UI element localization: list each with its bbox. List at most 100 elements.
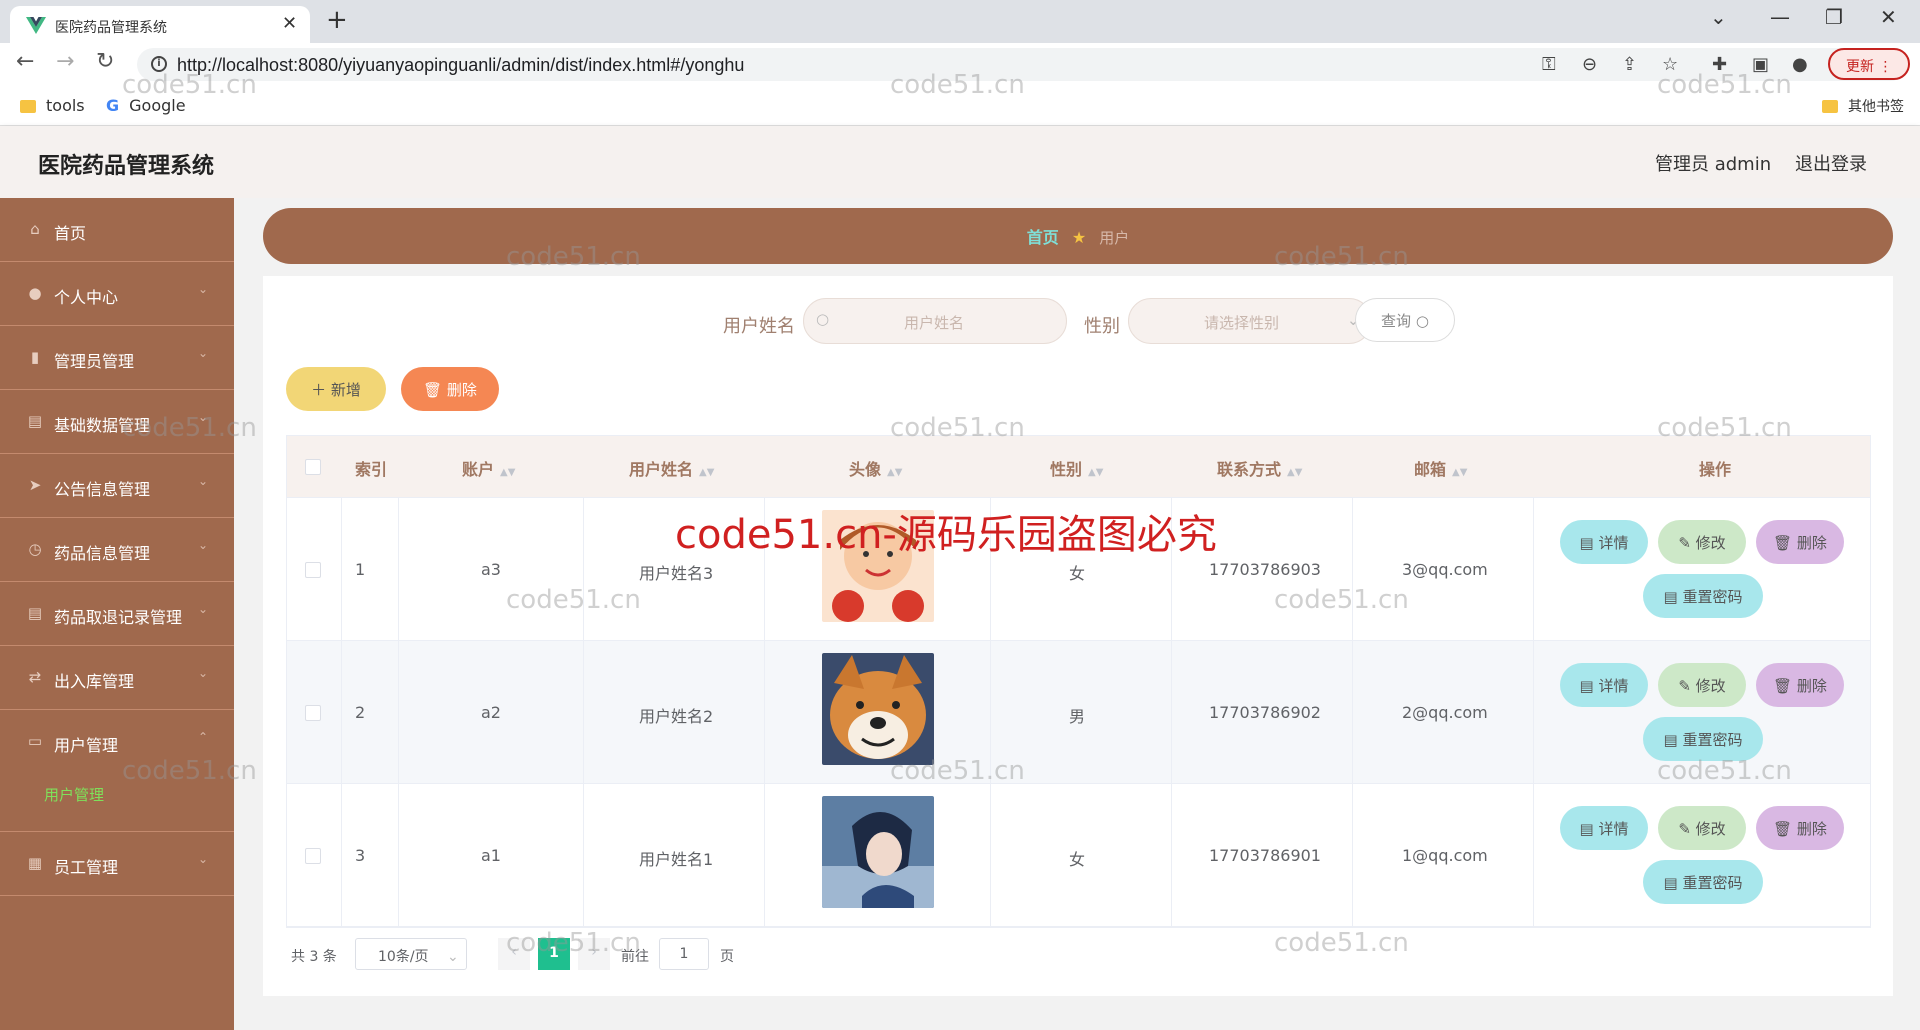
bookmark-tools[interactable]: tools — [20, 96, 85, 115]
col-gender[interactable]: 性别 ▲▼ — [1050, 456, 1103, 480]
query-button[interactable]: 查询 ○ — [1355, 298, 1455, 342]
add-label: 新增 — [330, 381, 361, 399]
edit-button[interactable]: ✎ 修改 — [1658, 806, 1746, 850]
other-bookmarks[interactable]: 其他书签 — [1822, 96, 1904, 116]
chevron-down-icon: ⌄ — [198, 538, 209, 552]
pencil-icon: ✎ — [1678, 820, 1691, 838]
row-checkbox[interactable] — [305, 705, 321, 721]
breadcrumb-home[interactable]: 首页 — [1027, 228, 1059, 247]
chevron-down-icon: ⌄ — [198, 282, 209, 296]
extensions-icon[interactable]: ✚ — [1712, 54, 1727, 75]
sidebar-item-admin[interactable]: ▮ 管理员管理 ⌄ — [0, 326, 234, 390]
sidebar-subitem-user-manage[interactable]: 用户管理 — [44, 784, 104, 805]
sidebar-item-drug-records[interactable]: ▤ 药品取退记录管理 ⌄ — [0, 582, 234, 646]
add-button[interactable]: ＋ 新增 — [286, 367, 386, 411]
update-label: 更新 — [1846, 59, 1874, 75]
search-name-input[interactable]: ○ 用户姓名 — [803, 298, 1067, 344]
cell-index: 1 — [355, 560, 366, 579]
sort-icon: ▲▼ — [887, 467, 903, 478]
next-page-button[interactable]: › — [578, 938, 610, 970]
sidebar-item-drug-info[interactable]: ◷ 药品信息管理 ⌄ — [0, 518, 234, 582]
search-name-placeholder: 用户姓名 — [904, 314, 965, 332]
avatar — [822, 510, 934, 622]
edit-label: 修改 — [1695, 534, 1726, 552]
chevron-down-icon: ⌄ — [198, 474, 209, 488]
tab-search-icon[interactable]: ⌄ — [1710, 5, 1727, 29]
pencil-icon: ✎ — [1678, 534, 1691, 552]
cell-phone: 17703786902 — [1209, 703, 1321, 722]
delete-button[interactable]: 🗑 删除 — [1756, 806, 1844, 850]
cell-phone: 17703786901 — [1209, 846, 1321, 865]
close-tab-icon[interactable]: ✕ — [282, 13, 297, 34]
detail-button[interactable]: ▤ 详情 — [1560, 806, 1648, 850]
delete-button[interactable]: 🗑 删除 — [1756, 663, 1844, 707]
row-checkbox[interactable] — [305, 562, 321, 578]
select-all-checkbox[interactable] — [305, 459, 321, 475]
cell-index: 3 — [355, 846, 366, 865]
pagination-total: 共 3 条 — [291, 949, 337, 965]
sort-icon: ▲▼ — [1287, 467, 1303, 478]
update-button[interactable]: 更新 ⋮ — [1828, 48, 1910, 80]
chevron-down-icon: ⌄ — [198, 666, 209, 680]
edit-button[interactable]: ✎ 修改 — [1658, 663, 1746, 707]
sidepanel-icon[interactable]: ▣ — [1752, 54, 1769, 75]
key-icon[interactable]: ⚿ — [1542, 54, 1556, 75]
profile-icon[interactable]: ● — [1792, 54, 1808, 75]
goto-page-input[interactable]: 1 — [659, 938, 709, 970]
col-avatar[interactable]: 头像 ▲▼ — [849, 456, 902, 480]
detail-button[interactable]: ▤ 详情 — [1560, 663, 1648, 707]
cell-email: 3@qq.com — [1402, 560, 1488, 579]
share-icon[interactable]: ⇪ — [1622, 54, 1637, 75]
sidebar-item-personal[interactable]: ● 个人中心 ⌄ — [0, 262, 234, 326]
content-panel: 用户姓名 ○ 用户姓名 性别 请选择性别 ⌄ 查询 ○ ＋ 新增 🗑 删除 索引… — [263, 276, 1893, 996]
reset-password-button[interactable]: ▤ 重置密码 — [1643, 717, 1763, 761]
sidebar-item-label: 公告信息管理 — [54, 480, 151, 499]
address-bar[interactable]: i http://localhost:8080/yiyuanyaopinguan… — [137, 48, 1907, 81]
back-icon[interactable]: ← — [16, 49, 34, 74]
bookmark-star-icon[interactable]: ☆ — [1662, 54, 1678, 75]
col-name[interactable]: 用户姓名 ▲▼ — [629, 456, 714, 480]
minimize-icon[interactable]: — — [1770, 5, 1790, 29]
forward-icon[interactable]: → — [56, 49, 74, 74]
reset-password-button[interactable]: ▤ 重置密码 — [1643, 574, 1763, 618]
cell-email: 2@qq.com — [1402, 703, 1488, 722]
reset-password-button[interactable]: ▤ 重置密码 — [1643, 860, 1763, 904]
col-email[interactable]: 邮箱 ▲▼ — [1414, 456, 1467, 480]
bookmark-google[interactable]: G Google — [106, 96, 186, 115]
browser-tab[interactable]: 医院药品管理系统 ✕ — [10, 6, 310, 43]
col-phone[interactable]: 联系方式 ▲▼ — [1217, 456, 1302, 480]
zoom-icon[interactable]: ⊖ — [1582, 54, 1597, 75]
col-label: 邮箱 — [1414, 460, 1447, 479]
col-account[interactable]: 账户 ▲▼ — [462, 456, 515, 480]
sidebar-item-label: 首页 — [54, 224, 87, 243]
avatar — [822, 653, 934, 765]
col-actions: 操作 — [1699, 460, 1732, 479]
sidebar-item-label: 药品信息管理 — [54, 544, 151, 563]
sidebar-item-basic-data[interactable]: ▤ 基础数据管理 ⌄ — [0, 390, 234, 454]
sidebar-item-staff[interactable]: ▦ 员工管理 ⌄ — [0, 832, 234, 896]
sidebar-item-home[interactable]: ⌂ 首页 — [0, 198, 234, 262]
sidebar-item-users[interactable]: ▭ 用户管理 ⌃ — [0, 710, 234, 774]
detail-button[interactable]: ▤ 详情 — [1560, 520, 1648, 564]
sidebar-item-notice[interactable]: ➤ 公告信息管理 ⌄ — [0, 454, 234, 518]
page-number-current[interactable]: 1 — [538, 938, 570, 970]
clock-icon: ◷ — [28, 540, 42, 558]
sort-icon: ▲▼ — [500, 467, 516, 478]
search-gender-select[interactable]: 请选择性别 ⌄ — [1128, 298, 1372, 344]
document-icon: ▤ — [1579, 534, 1594, 552]
close-window-icon[interactable]: ✕ — [1880, 5, 1897, 29]
row-checkbox[interactable] — [305, 848, 321, 864]
new-tab-icon[interactable]: + — [326, 5, 348, 35]
page-size-select[interactable]: 10条/页 ⌄ — [355, 938, 467, 970]
delete-button[interactable]: 🗑 删除 — [1756, 520, 1844, 564]
cell-gender: 男 — [1069, 707, 1086, 726]
document-icon: ▤ — [1663, 874, 1678, 892]
edit-button[interactable]: ✎ 修改 — [1658, 520, 1746, 564]
batch-delete-button[interactable]: 🗑 删除 — [401, 367, 499, 411]
reload-icon[interactable]: ↻ — [96, 49, 114, 74]
prev-page-button[interactable]: ‹ — [498, 938, 530, 970]
site-info-icon[interactable]: i — [151, 56, 167, 72]
sidebar-item-stock[interactable]: ⇄ 出入库管理 ⌄ — [0, 646, 234, 710]
maximize-icon[interactable]: ❐ — [1825, 5, 1843, 29]
logout-link[interactable]: 退出登录 — [1795, 150, 1867, 176]
